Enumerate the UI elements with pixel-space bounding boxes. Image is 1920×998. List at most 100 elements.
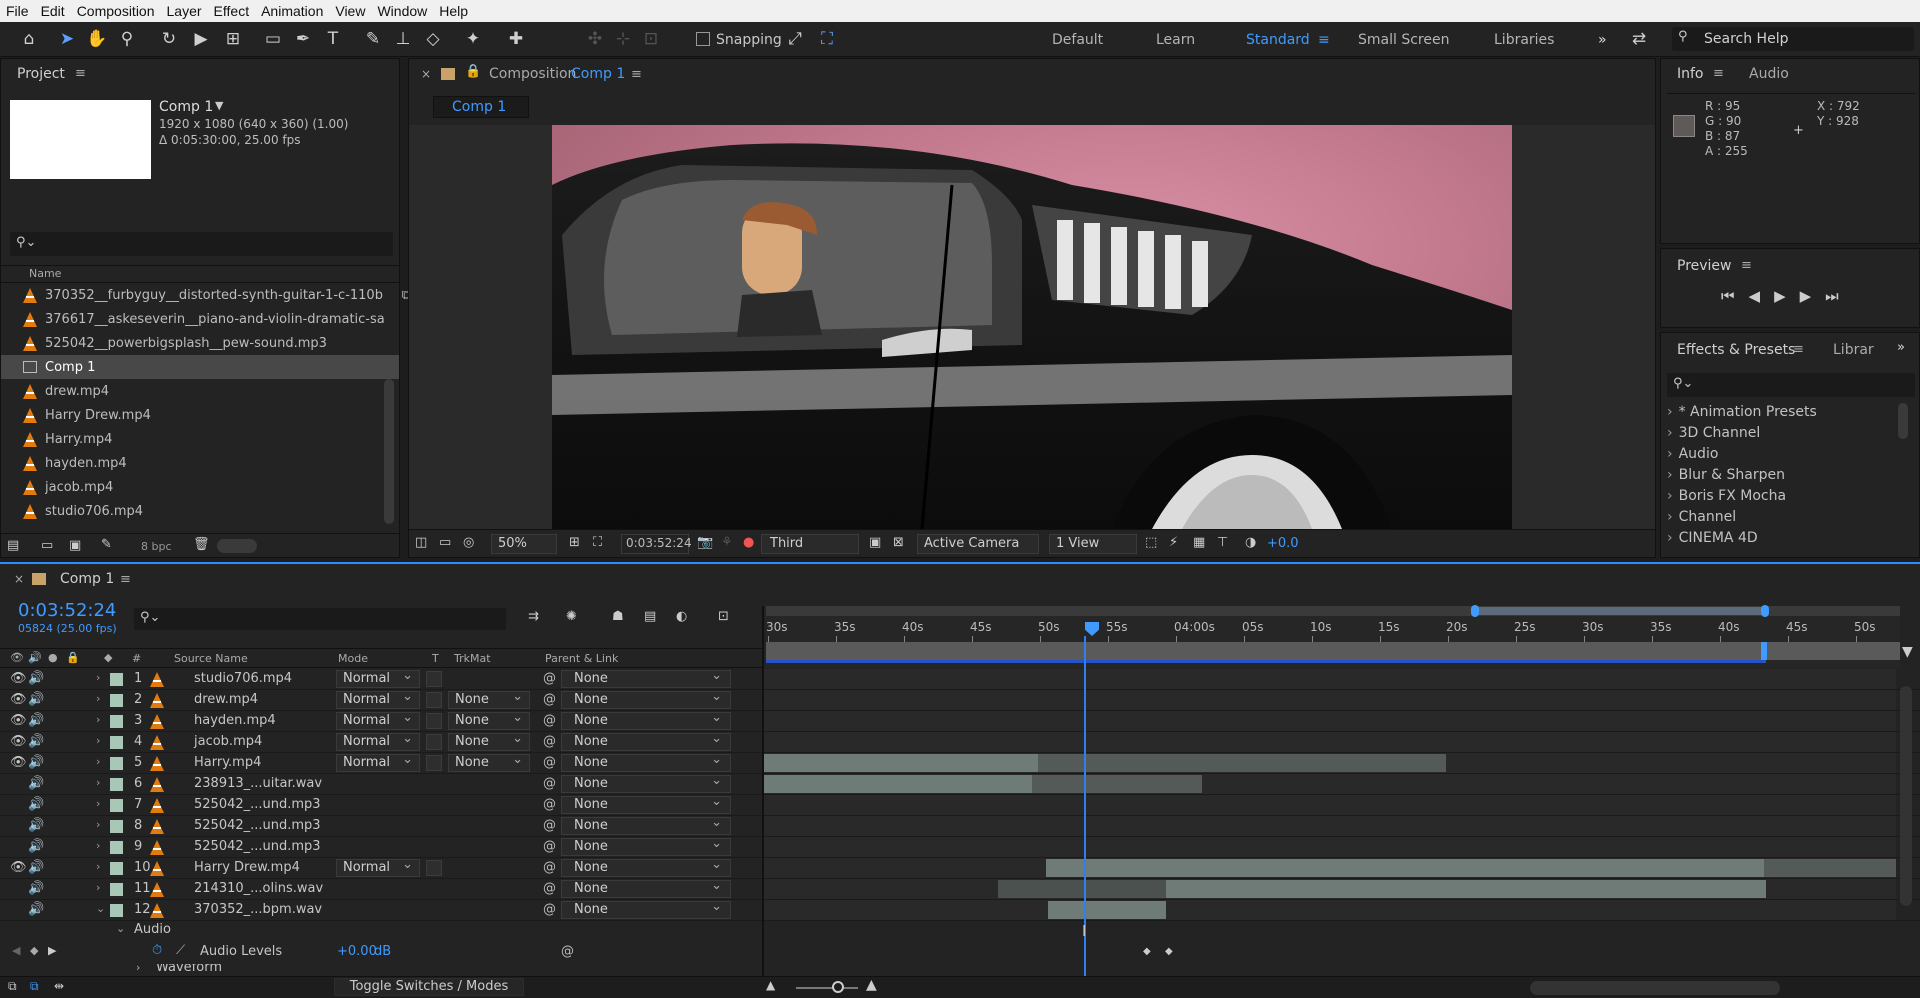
audio-group-row[interactable]: ⌄ Audio [0, 921, 1920, 941]
speaker-icon[interactable]: 🔊 [28, 671, 44, 686]
work-area-bar[interactable] [766, 642, 1900, 660]
menu-animation[interactable]: Animation [261, 3, 323, 19]
zoom-slider-thumb[interactable] [832, 981, 844, 993]
time-ruler[interactable]: 30s 35s 40s 45s 50s 55s 04:00s 05s 10s 15s 20s 25s 3… [766, 605, 1900, 668]
layer-source-name[interactable]: 525042_...und.mp3 [194, 839, 321, 854]
parent-link-dropdown[interactable]: None [561, 773, 731, 793]
panel-menu-icon[interactable]: ≡ [75, 66, 86, 81]
zoom-in-icon[interactable]: ▲ [866, 977, 877, 993]
speaker-icon[interactable]: 🔊 [28, 839, 44, 854]
toggle-switches-modes-button[interactable]: Toggle Switches / Modes [334, 978, 524, 996]
parent-link-dropdown[interactable]: None [561, 878, 731, 898]
layer-source-name[interactable]: Harry.mp4 [194, 755, 261, 770]
world-axis-icon[interactable]: ⊹ [612, 28, 634, 50]
effects-category[interactable]: › Audio [1667, 446, 1718, 462]
name-column-header[interactable]: Name [29, 267, 61, 280]
twirl-right-icon[interactable]: › [96, 860, 100, 873]
comp-mini-flowchart-icon[interactable]: ⇉ [528, 609, 539, 624]
speaker-icon[interactable]: 🔊 [28, 797, 44, 812]
project-item[interactable]: hayden.mp4 [1, 451, 399, 475]
navigator-end-handle[interactable] [1761, 605, 1769, 617]
panel-menu-icon[interactable]: ≡ [631, 67, 642, 82]
effects-category[interactable]: › Channel [1667, 509, 1736, 525]
snapping-checkbox[interactable] [696, 32, 710, 46]
layer-track[interactable] [762, 669, 1896, 689]
audio-tab[interactable]: Audio [1749, 66, 1789, 82]
work-area-end-handle[interactable] [1761, 642, 1767, 660]
project-scrollbar[interactable] [384, 379, 394, 524]
resolution-dropdown[interactable]: Third [761, 534, 859, 554]
info-tab[interactable]: Info [1677, 66, 1704, 82]
camera-dropdown[interactable]: Active Camera [917, 534, 1039, 554]
region-of-interest-icon[interactable]: ⛶ [593, 535, 602, 550]
layer-duration-bar[interactable] [1046, 859, 1764, 877]
preserve-transparency-toggle[interactable] [426, 671, 442, 687]
speaker-icon[interactable]: 🔊 [28, 818, 44, 833]
speaker-icon[interactable]: 🔊 [28, 902, 44, 917]
layer-track[interactable] [762, 732, 1896, 752]
layer-source-name[interactable]: drew.mp4 [194, 692, 258, 707]
rotate-tool-icon[interactable]: ↻ [158, 28, 180, 50]
layer-source-name[interactable]: studio706.mp4 [194, 671, 292, 686]
parent-link-dropdown[interactable]: None [561, 668, 731, 688]
label-color-swatch[interactable] [110, 904, 123, 917]
effects-category[interactable]: › 3D Channel [1667, 425, 1760, 441]
timeline-search-input[interactable]: ⚲⌄ [134, 608, 506, 630]
timeline-comp-tab[interactable]: Comp 1 [60, 571, 114, 587]
audio-levels-row[interactable]: ◀ ◆ ▶ ⏱ ⟋ Audio Levels +0.00 dB @ ◆ ◆ [0, 942, 1920, 964]
rectangle-tool-icon[interactable]: ▭ [262, 28, 284, 50]
label-color-swatch[interactable] [110, 715, 123, 728]
layer-row[interactable]: 👁🔊 › 1 studio706.mp4 Normal @ None [0, 668, 1920, 690]
project-panel-title[interactable]: Project [17, 66, 65, 82]
eye-icon[interactable]: 👁 [10, 860, 27, 875]
more-workspaces-icon[interactable]: » [1598, 32, 1607, 48]
layer-row[interactable]: 🔊 › 9 525042_...und.mp3 @ None [0, 836, 1920, 858]
layer-duration-bar[interactable] [1764, 859, 1896, 877]
effects-category[interactable]: › Blur & Sharpen [1667, 467, 1785, 483]
layer-source-name[interactable]: 525042_...und.mp3 [194, 797, 321, 812]
pick-whip-icon[interactable]: @ [543, 860, 556, 875]
speaker-icon[interactable]: 🔊 [28, 860, 44, 875]
panel-menu-icon[interactable]: ≡ [1713, 66, 1724, 81]
effects-search-input[interactable]: ⚲⌄ [1667, 373, 1915, 397]
parent-link-dropdown[interactable]: None [561, 710, 731, 730]
graph-editor-icon[interactable]: ⊡ [718, 609, 729, 624]
workspace-small-screen[interactable]: Small Screen [1358, 32, 1449, 48]
menu-edit[interactable]: Edit [41, 3, 65, 19]
draft-3d-icon[interactable]: ✺ [566, 609, 577, 624]
parent-link-dropdown[interactable]: None [561, 794, 731, 814]
label-color-swatch[interactable] [110, 883, 123, 896]
speaker-icon[interactable]: 🔊 [28, 881, 44, 896]
interpret-footage-icon[interactable]: ▤ [7, 538, 19, 553]
solo-header-icon[interactable]: ● [48, 651, 58, 664]
preserve-transparency-toggle[interactable] [426, 860, 442, 876]
project-item[interactable]: Harry Drew.mp4 [1, 403, 399, 427]
layer-duration-bar[interactable] [1032, 775, 1202, 793]
workspace-libraries[interactable]: Libraries [1494, 32, 1554, 48]
libraries-tab[interactable]: Librar [1833, 342, 1874, 358]
twirl-right-icon[interactable]: › [96, 692, 100, 705]
fast-previews-icon[interactable]: ⚡ [1169, 535, 1178, 550]
pick-whip-icon[interactable]: @ [543, 776, 556, 791]
close-tab-icon[interactable]: × [421, 67, 431, 81]
t-column-header[interactable]: T [432, 652, 439, 665]
zoom-tool-icon[interactable]: ⚲ [116, 28, 138, 50]
pick-whip-icon[interactable]: @ [543, 734, 556, 749]
project-zoom-slider[interactable] [217, 539, 257, 553]
menu-composition[interactable]: Composition [77, 3, 155, 19]
pick-whip-icon[interactable]: @ [543, 839, 556, 854]
keyframe-icon[interactable]: ◆ [1165, 946, 1173, 957]
label-color-swatch[interactable] [110, 820, 123, 833]
snap-features-icon[interactable]: ⛶ [816, 28, 838, 50]
shy-layers-icon[interactable]: ☗ [612, 609, 624, 624]
zoom-dropdown[interactable]: 50% [491, 534, 557, 554]
sync-settings-icon[interactable]: ⇄ [1628, 28, 1650, 50]
snap-edges-icon[interactable]: ⤢ [784, 28, 806, 50]
parent-link-dropdown[interactable]: None [561, 836, 731, 856]
layer-switches-icon[interactable]: ⧉ [8, 979, 17, 994]
pick-whip-icon[interactable]: @ [543, 818, 556, 833]
navigator-start-handle[interactable] [1471, 605, 1479, 617]
comp-dropdown-icon[interactable]: ▼ [215, 99, 223, 112]
twirl-right-icon[interactable]: › [96, 776, 100, 789]
comp-subtab[interactable]: Comp 1 [433, 96, 529, 118]
